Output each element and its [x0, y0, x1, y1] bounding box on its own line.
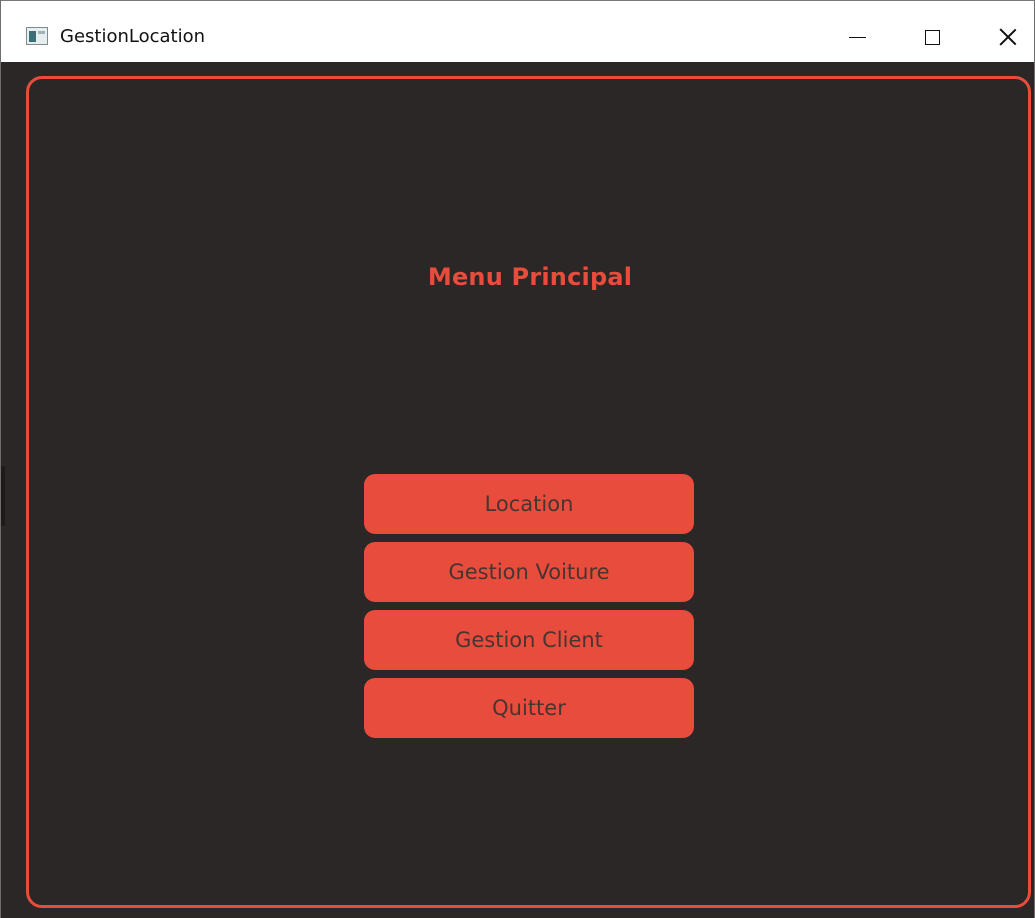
minimize-icon [848, 36, 866, 38]
close-icon [999, 28, 1017, 46]
close-button[interactable] [985, 15, 1031, 59]
app-window: GestionLocation Menu Principal Location … [0, 0, 1035, 918]
gestion-voiture-button[interactable]: Gestion Voiture [364, 542, 694, 602]
page-title: Menu Principal [427, 263, 633, 291]
quitter-button[interactable]: Quitter [364, 678, 694, 738]
minimize-button[interactable] [834, 15, 880, 59]
maximize-icon [924, 29, 940, 45]
location-button[interactable]: Location [364, 474, 694, 534]
maximize-button[interactable] [909, 15, 955, 59]
window-edge-handle [1, 466, 5, 526]
app-window-icon [26, 27, 48, 45]
window-title: GestionLocation [60, 26, 206, 47]
title-bar[interactable]: GestionLocation [1, 0, 1034, 62]
gestion-client-button[interactable]: Gestion Client [364, 610, 694, 670]
main-menu: Location Gestion Voiture Gestion Client … [364, 474, 694, 738]
